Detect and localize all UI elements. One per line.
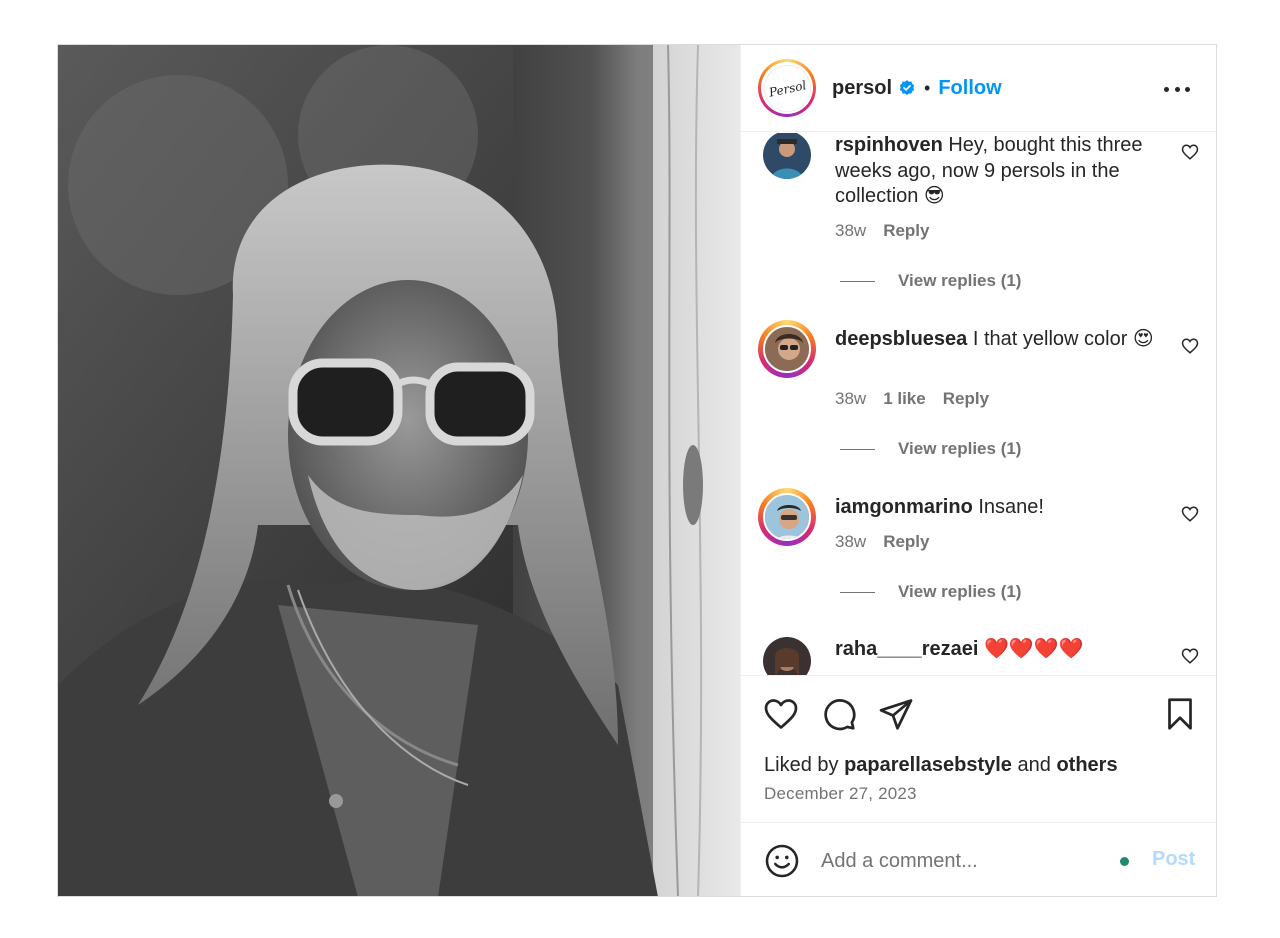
persol-logo: Persol	[759, 60, 815, 116]
view-replies-label: View replies (1)	[898, 271, 1022, 290]
reply-button[interactable]: Reply	[883, 221, 929, 241]
author-avatar[interactable]: Persol	[758, 59, 816, 117]
post-date[interactable]: December 27, 2023	[764, 784, 917, 804]
comment-icon[interactable]	[821, 696, 857, 732]
comment-content: ❤️❤️❤️❤️	[984, 638, 1084, 660]
share-icon[interactable]	[878, 696, 914, 732]
header-separator: •	[924, 77, 931, 98]
more-options-icon[interactable]	[1164, 77, 1190, 101]
comment-username[interactable]: rspinhoven	[835, 134, 943, 156]
comment-like-heart-icon[interactable]	[1181, 143, 1199, 161]
comment-username[interactable]: iamgonmarino	[835, 496, 973, 518]
verified-badge-icon	[899, 80, 915, 96]
view-replies-label: View replies (1)	[898, 582, 1022, 601]
add-comment-bar: Post	[741, 822, 1216, 896]
comment-like-heart-icon[interactable]	[1181, 337, 1199, 355]
commenter-avatar[interactable]	[763, 637, 811, 675]
comment-input[interactable]	[821, 841, 1111, 881]
view-replies-label: View replies (1)	[898, 439, 1022, 458]
reply-button[interactable]: Reply	[883, 532, 929, 552]
comment-content: Insane!	[978, 496, 1044, 518]
comment-text: raha____rezaei ❤️❤️❤️❤️	[835, 637, 1165, 663]
comment-age: 38w	[835, 532, 867, 551]
follow-button[interactable]: Follow	[938, 77, 1001, 100]
post-sidebar: Persol persol • Follow rspinhoven Hey, b…	[740, 45, 1216, 896]
comment-content: I that yellow color 😍	[972, 328, 1154, 350]
view-replies-button[interactable]: View replies (1)	[840, 271, 1021, 291]
comment-like-heart-icon[interactable]	[1181, 647, 1199, 665]
comment-text: deepsbluesea I that yellow color 😍	[835, 327, 1165, 353]
comment-age: 38w	[835, 389, 867, 408]
post-actions: Liked by paparellasebstyle and others De…	[741, 675, 1216, 822]
liked-by-user[interactable]: paparellasebstyle	[844, 754, 1012, 776]
comment-meta: 38w Reply	[835, 221, 929, 241]
commenter-avatar[interactable]	[758, 488, 816, 546]
comment-meta: 38w 1 like Reply	[835, 389, 989, 409]
comment-likes-count[interactable]: 1 like	[883, 389, 926, 409]
commenter-avatar[interactable]	[763, 133, 811, 179]
comment-username[interactable]: deepsbluesea	[835, 328, 967, 350]
commenter-avatar[interactable]	[758, 320, 816, 378]
comment-text: iamgonmarino Insane!	[835, 495, 1165, 521]
liked-by-others[interactable]: others	[1056, 754, 1117, 776]
author-username[interactable]: persol	[832, 77, 892, 100]
portrait-photo	[58, 45, 740, 896]
heart-icon[interactable]	[763, 696, 799, 732]
view-replies-button[interactable]: View replies (1)	[840, 582, 1021, 602]
comment-meta: 38w Reply	[835, 532, 929, 552]
comment-username[interactable]: raha____rezaei	[835, 638, 978, 660]
post-photo[interactable]	[58, 45, 740, 896]
post-header: Persol persol • Follow	[741, 45, 1216, 132]
status-dot	[1120, 857, 1129, 866]
liked-and: and	[1017, 754, 1051, 776]
liked-prefix: Liked by	[764, 754, 839, 776]
liked-by-text: Liked by paparellasebstyle and others	[764, 754, 1118, 777]
reply-button[interactable]: Reply	[943, 389, 989, 409]
post-button[interactable]: Post	[1152, 848, 1195, 871]
bookmark-icon[interactable]	[1162, 696, 1198, 732]
comments-list[interactable]: rspinhoven Hey, bought this three weeks …	[741, 133, 1216, 675]
post-card: Persol persol • Follow rspinhoven Hey, b…	[57, 44, 1217, 897]
comment-age: 38w	[835, 221, 867, 240]
comment-like-heart-icon[interactable]	[1181, 505, 1199, 523]
emoji-icon[interactable]	[764, 843, 800, 879]
view-replies-button[interactable]: View replies (1)	[840, 439, 1021, 459]
comment-text: rspinhoven Hey, bought this three weeks …	[835, 133, 1165, 210]
